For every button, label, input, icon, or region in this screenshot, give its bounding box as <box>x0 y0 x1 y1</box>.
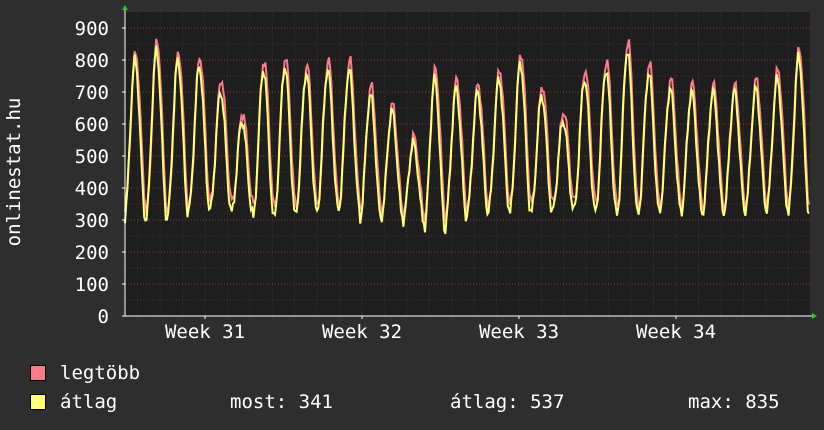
x-tick-label: Week 34 <box>636 321 716 340</box>
y-tick-label: 900 <box>75 18 109 40</box>
y-tick-label: 800 <box>75 50 109 72</box>
legend-row-max: legtöbb <box>30 362 800 384</box>
stat-average: átlag: 537 <box>450 391 565 413</box>
legend-label-max: legtöbb <box>60 362 141 384</box>
y-axis-arrow-icon <box>122 5 128 10</box>
traffic-chart: 0 100 200 300 400 500 600 700 800 900 Week 31 Week … <box>3 5 817 340</box>
y-tick-label: 300 <box>75 210 109 232</box>
y-tick-label: 400 <box>75 178 109 200</box>
stat-current: most: 341 <box>230 391 333 413</box>
y-tick-label: 700 <box>75 82 109 104</box>
chart-panel: 0 100 200 300 400 500 600 700 800 900 Week 31 Week … <box>0 0 824 430</box>
legend-swatch-max <box>30 365 46 381</box>
y-tick-label: 200 <box>75 242 109 264</box>
legend-label-avg: átlag <box>60 391 118 413</box>
x-tick-label: Week 31 <box>165 321 245 340</box>
y-tick-label: 600 <box>75 114 109 136</box>
x-tick-label: Week 32 <box>322 321 402 340</box>
x-axis-arrow-icon <box>812 313 817 319</box>
legend-swatch-avg <box>30 394 46 410</box>
legend-row-avg: átlag most: 341 átlag: 537 max: 835 <box>30 391 800 413</box>
y-axis-title: onlinestat.hu <box>3 98 25 247</box>
y-tick-label: 100 <box>75 274 109 296</box>
y-tick-label: 0 <box>98 306 109 328</box>
x-tick-label: Week 33 <box>479 321 559 340</box>
stat-max: max: 835 <box>688 391 780 413</box>
y-tick-label: 500 <box>75 146 109 168</box>
